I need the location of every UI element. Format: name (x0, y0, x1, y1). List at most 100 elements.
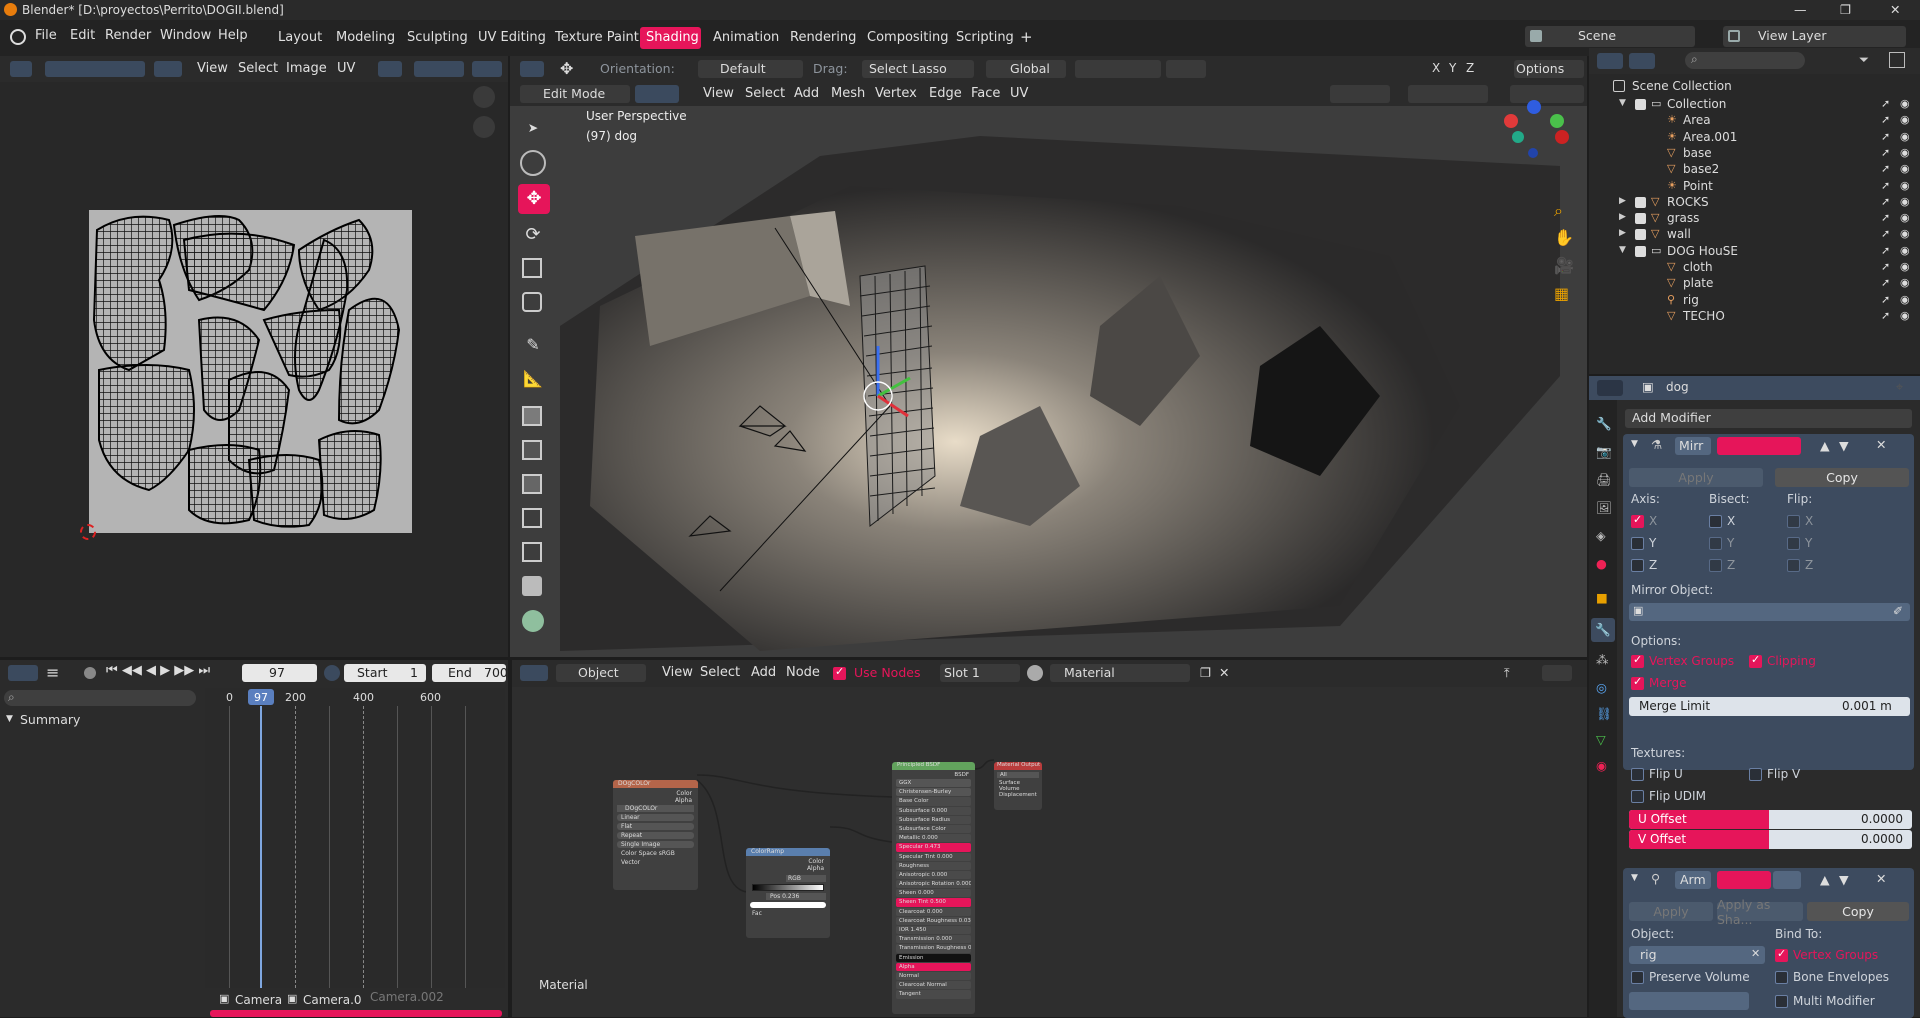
vp-menu-uv[interactable]: UV (1010, 86, 1028, 101)
uv-menu-image[interactable]: Image (286, 61, 327, 76)
armature-move-up-icon[interactable]: ▲ (1820, 872, 1830, 887)
bsdf-field[interactable]: Clearcoat 0.000 (896, 907, 971, 916)
vp-menu-mesh[interactable]: Mesh (831, 86, 865, 101)
outliner-item-label[interactable]: base (1683, 146, 1712, 160)
annotate-tool-icon[interactable]: ✎ (520, 332, 546, 358)
extrude-tool-icon[interactable] (522, 406, 542, 426)
armature-apply-shape-button[interactable]: Apply as Sha... (1717, 897, 1803, 927)
visibility-eye-icon[interactable]: ◉ (1900, 260, 1910, 273)
merge-checkbox[interactable] (1631, 675, 1644, 690)
vp-menu-select[interactable]: Select (745, 86, 785, 101)
visibility-eye-icon[interactable]: ◉ (1900, 227, 1910, 240)
marker-camera002[interactable]: Camera.002 (370, 990, 444, 1004)
armature-cage-toggle[interactable] (1773, 871, 1801, 889)
tab-shading[interactable]: Shading (646, 30, 699, 45)
flip-z-checkbox[interactable] (1787, 559, 1800, 572)
flip-y-checkbox[interactable] (1787, 537, 1800, 550)
vp-menu-view[interactable]: View (703, 86, 734, 101)
mirror-object-field[interactable] (1629, 603, 1910, 621)
blender-menu-icon[interactable] (10, 29, 26, 45)
outliner[interactable]: ⌕ ⏷ Scene Collection ▼ ▭ Collection ◉ ➚ ☀ Area… (1589, 48, 1920, 374)
bsdf-field[interactable]: Sheen 0.000 (896, 889, 971, 898)
expand-arrow-icon[interactable]: ▶ (1619, 212, 1626, 222)
selectable-arrow-icon[interactable]: ➚ (1881, 211, 1890, 224)
expand-arrow-icon[interactable]: ▼ (1619, 245, 1626, 255)
mirror-copy-button[interactable]: Copy (1775, 468, 1909, 487)
uv-snap-icon[interactable] (414, 61, 464, 77)
bsdf-field[interactable]: Transmission Roughness 0.000 (896, 944, 971, 953)
material-tab-icon[interactable]: ◉ (1596, 758, 1607, 773)
outliner-item-label[interactable]: Area.001 (1683, 130, 1737, 144)
ortho-toggle-icon[interactable]: ▦ (1554, 284, 1569, 303)
visibility-eye-icon[interactable]: ◉ (1900, 146, 1910, 159)
unlink-material-icon[interactable]: ✕ (1219, 665, 1229, 680)
particles-tab-icon[interactable]: ⁂ (1596, 652, 1609, 667)
snap-icon[interactable] (1105, 60, 1161, 78)
bsdf-field[interactable]: Normal (896, 971, 971, 981)
keyframe-region[interactable]: 0 200 400 600 97 (205, 688, 505, 988)
pin-icon[interactable]: ⌖ (1896, 379, 1903, 395)
use-nodes-checkbox[interactable] (833, 665, 846, 680)
armature-move-down-icon[interactable]: ▼ (1839, 872, 1849, 887)
uv-sticky-icon[interactable] (154, 61, 182, 77)
collection-checkbox[interactable] (1635, 229, 1646, 241)
loop-cut-tool-icon[interactable] (522, 508, 542, 528)
visibility-eye-icon[interactable]: ◉ (1900, 293, 1910, 306)
node-ramp-color-swatch[interactable] (750, 902, 826, 908)
bsdf-field[interactable]: GGX (896, 779, 971, 788)
physics-tab-icon[interactable]: ◎ (1596, 680, 1607, 695)
menu-render[interactable]: Render (105, 28, 151, 43)
outliner-editor-type-icon[interactable] (1597, 53, 1623, 69)
mirror-y-toggle[interactable]: Y (1449, 61, 1456, 75)
node-output-target[interactable]: All (997, 772, 1039, 778)
node-ramp-gradient[interactable] (752, 884, 824, 891)
visibility-eye-icon[interactable]: ◉ (1900, 130, 1910, 143)
bind-vertex-groups-checkbox[interactable] (1775, 947, 1788, 962)
overlay-icons[interactable] (1408, 85, 1488, 103)
node-material-output[interactable]: Material Output All Surface Volume Displ… (994, 762, 1042, 810)
node-image-field-5[interactable]: Color Space sRGB (617, 850, 694, 857)
bone-envelopes-checkbox[interactable] (1775, 971, 1788, 984)
node-image-field-1[interactable]: Linear (617, 814, 694, 821)
mirror-z-toggle[interactable]: Z (1466, 61, 1474, 75)
visibility-eye-icon[interactable]: ◉ (1900, 162, 1910, 175)
playback-controls[interactable]: ⏮ ◀◀ ◀ ▶ ▶▶ ⏭ (106, 663, 210, 678)
uv-menu-select[interactable]: Select (238, 61, 278, 76)
outliner-item-label[interactable]: plate (1683, 276, 1713, 290)
selectable-arrow-icon[interactable]: ➚ (1881, 260, 1890, 273)
preserve-volume-checkbox[interactable] (1631, 971, 1644, 984)
outliner-item-label[interactable]: Collection (1667, 97, 1726, 111)
spin-tool-icon[interactable] (522, 610, 544, 632)
uv-zoom-icon[interactable] (473, 86, 495, 108)
selectable-arrow-icon[interactable]: ➚ (1881, 293, 1890, 306)
selectable-arrow-icon[interactable]: ➚ (1881, 113, 1890, 126)
selectable-arrow-icon[interactable]: ➚ (1881, 309, 1890, 322)
shader-editor[interactable]: Object View Select Add Node Use Nodes Sl… (512, 660, 1587, 1017)
outliner-item-label[interactable]: ROCKS (1667, 195, 1709, 209)
outliner-row[interactable]: ▽ TECHO ◉ ➚ (1589, 308, 1910, 328)
proportional-edit-icon[interactable] (1166, 60, 1206, 78)
pan-view-icon[interactable]: ✋ (1554, 228, 1574, 247)
selectable-arrow-icon[interactable]: ➚ (1881, 244, 1890, 257)
outliner-search-field[interactable] (1685, 52, 1805, 69)
tab-compositing[interactable]: Compositing (867, 30, 949, 45)
mirror-move-up-icon[interactable]: ▲ (1820, 438, 1830, 453)
axis-x-checkbox[interactable] (1631, 513, 1644, 528)
move-tool-icon[interactable]: ✥ (560, 59, 573, 78)
bsdf-field[interactable]: Subsurface Radius (896, 815, 971, 824)
material-browse-icon[interactable] (1027, 665, 1043, 681)
outliner-item-label[interactable]: wall (1667, 227, 1691, 241)
menu-file[interactable]: File (35, 28, 57, 43)
timeline-editor-type-icon[interactable] (8, 665, 38, 681)
bsdf-field[interactable]: Clearcoat Roughness 0.030 (896, 916, 971, 925)
armature-copy-button[interactable]: Copy (1807, 902, 1909, 921)
selectable-arrow-icon[interactable]: ➚ (1881, 162, 1890, 175)
outliner-item-label[interactable]: DOG HouSE (1667, 244, 1738, 258)
node-ramp-mode[interactable]: RGB (786, 875, 826, 882)
summary-expand-icon[interactable]: ▼ (6, 714, 13, 724)
uv-menu-view[interactable]: View (197, 61, 228, 76)
uv-pan-hand-icon[interactable] (473, 116, 495, 138)
bsdf-field[interactable]: Metallic 0.000 (896, 834, 971, 843)
node-color-ramp[interactable]: ColorRamp Color Alpha RGB Pos 0.236 Fac (746, 848, 830, 938)
collection-checkbox[interactable] (1635, 213, 1646, 225)
